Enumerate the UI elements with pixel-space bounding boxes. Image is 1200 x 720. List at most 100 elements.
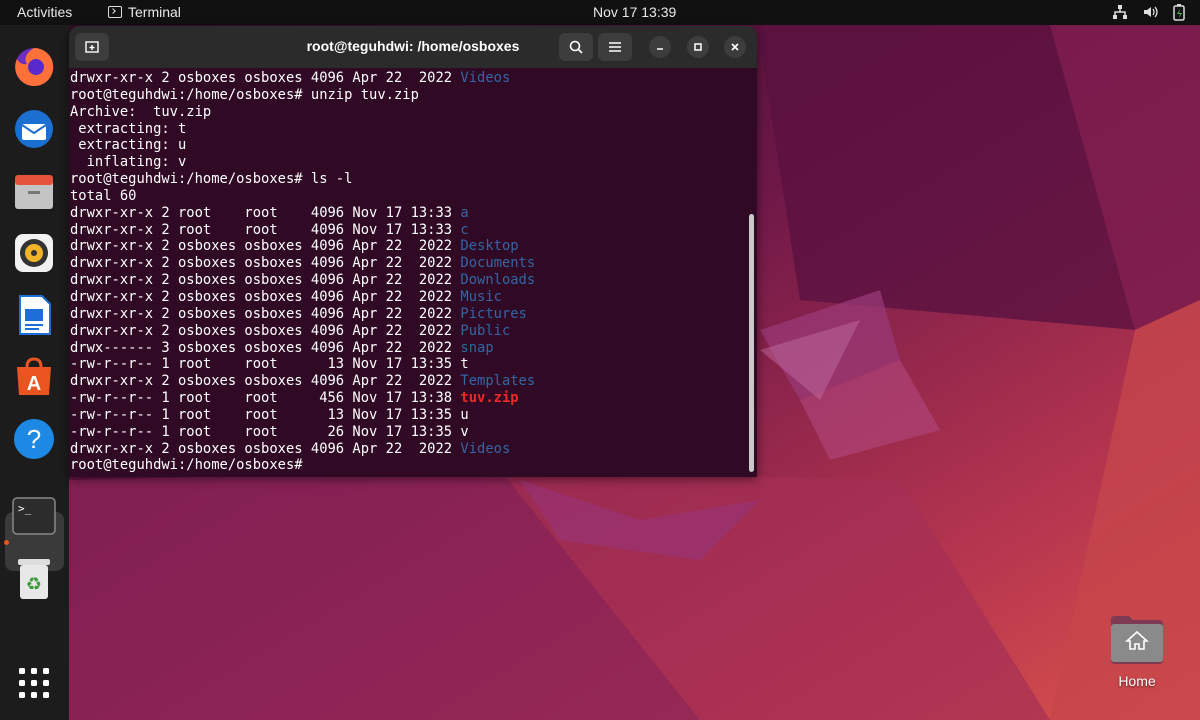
terminal-text: extracting: t <box>70 120 187 137</box>
file-name: snap <box>460 339 494 356</box>
terminal-text: root@teguhdwi:/home/osboxes# unzip tuv.z… <box>70 86 419 103</box>
activities-button[interactable]: Activities <box>17 4 72 20</box>
terminal-text: drwxr-xr-x 2 root root 4096 Nov 17 13:33 <box>70 221 461 238</box>
terminal-line: drwxr-xr-x 2 root root 4096 Nov 17 13:33… <box>70 205 746 222</box>
terminal-line: drwxr-xr-x 2 root root 4096 Nov 17 13:33… <box>70 222 746 239</box>
terminal-text: root@teguhdwi:/home/osboxes# <box>70 457 311 474</box>
terminal-line: drwxr-xr-x 2 osboxes osboxes 4096 Apr 22… <box>70 323 746 340</box>
minimize-button[interactable] <box>649 36 671 58</box>
terminal-line: Archive: tuv.zip <box>70 104 746 121</box>
svg-text:>_: >_ <box>18 502 32 515</box>
file-name: Templates <box>460 373 536 390</box>
terminal-line: drwxr-xr-x 2 osboxes osboxes 4096 Apr 22… <box>70 373 746 390</box>
files-icon[interactable] <box>10 167 58 215</box>
svg-text:?: ? <box>27 424 41 454</box>
trash-icon[interactable]: ♻ <box>10 555 58 603</box>
battery-icon <box>1173 4 1185 21</box>
terminal-line: drwxr-xr-x 2 osboxes osboxes 4096 Apr 22… <box>70 238 746 255</box>
terminal-line: root@teguhdwi:/home/osboxes# ls -l <box>70 171 746 188</box>
writer-icon[interactable] <box>10 291 58 339</box>
terminal-text: -rw-r--r-- 1 root root 26 Nov 17 13:35 v <box>70 423 469 440</box>
firefox-icon[interactable] <box>10 43 58 91</box>
terminal-line: drwx------ 3 osboxes osboxes 4096 Apr 22… <box>70 340 746 357</box>
terminal-scrollbar[interactable] <box>749 214 754 472</box>
terminal-text: drwxr-xr-x 2 osboxes osboxes 4096 Apr 22… <box>70 272 461 289</box>
app-menu[interactable]: Terminal <box>108 4 181 20</box>
terminal-text: inflating: v <box>70 154 187 171</box>
terminal-line: root@teguhdwi:/home/osboxes# <box>70 457 746 474</box>
file-name: a <box>460 204 469 221</box>
hamburger-icon <box>609 42 621 52</box>
terminal-text: drwxr-xr-x 2 osboxes osboxes 4096 Apr 22… <box>70 322 461 339</box>
terminal-line: -rw-r--r-- 1 root root 456 Nov 17 13:38 … <box>70 390 746 407</box>
app-grid-icon[interactable] <box>10 659 58 707</box>
file-name: Downloads <box>460 272 536 289</box>
terminal-text: drwxr-xr-x 2 root root 4096 Nov 17 13:33 <box>70 204 461 221</box>
terminal-text: drwxr-xr-x 2 osboxes osboxes 4096 Apr 22… <box>70 440 461 457</box>
terminal-line: root@teguhdwi:/home/osboxes# unzip tuv.z… <box>70 87 746 104</box>
file-name: c <box>460 221 469 238</box>
thunderbird-icon[interactable] <box>10 105 58 153</box>
terminal-line: -rw-r--r-- 1 root root 13 Nov 17 13:35 t <box>70 356 746 373</box>
terminal-line: -rw-r--r-- 1 root root 26 Nov 17 13:35 v <box>70 424 746 441</box>
rhythmbox-icon[interactable] <box>10 229 58 277</box>
terminal-output[interactable]: drwxr-xr-x 2 osboxes osboxes 4096 Apr 22… <box>70 70 746 477</box>
terminal-text: -rw-r--r-- 1 root root 456 Nov 17 13:38 <box>70 390 461 407</box>
terminal-text: drwxr-xr-x 2 osboxes osboxes 4096 Apr 22… <box>70 288 461 305</box>
home-folder-label[interactable]: Home <box>1100 673 1174 689</box>
close-icon <box>731 43 739 51</box>
help-icon[interactable]: ? <box>10 415 58 463</box>
terminal-line: drwxr-xr-x 2 osboxes osboxes 4096 Apr 22… <box>70 272 746 289</box>
terminal-line: total 60 <box>70 188 746 205</box>
maximize-icon <box>694 43 702 51</box>
terminal-text: drwxr-xr-x 2 osboxes osboxes 4096 Apr 22… <box>70 255 461 272</box>
file-name: Pictures <box>460 305 527 322</box>
terminal-text: total 60 <box>70 187 137 204</box>
running-indicator <box>4 540 9 545</box>
svg-text:A: A <box>27 373 41 395</box>
terminal-line: drwxr-xr-x 2 osboxes osboxes 4096 Apr 22… <box>70 306 746 323</box>
terminal-text: drwxr-xr-x 2 osboxes osboxes 4096 Apr 22… <box>70 305 461 322</box>
terminal-text: -rw-r--r-- 1 root root 13 Nov 17 13:35 u <box>70 406 469 423</box>
terminal-text: drwxr-xr-x 2 osboxes osboxes 4096 Apr 22… <box>70 70 461 86</box>
terminal-line: extracting: u <box>70 137 746 154</box>
home-folder-icon[interactable] <box>1108 614 1166 666</box>
software-icon[interactable]: A <box>10 353 58 401</box>
terminal-text: drwxr-xr-x 2 osboxes osboxes 4096 Apr 22… <box>70 238 461 255</box>
system-tray[interactable] <box>1112 3 1186 21</box>
terminal-line: drwxr-xr-x 2 osboxes osboxes 4096 Apr 22… <box>70 70 746 87</box>
search-icon <box>569 40 583 54</box>
terminal-window[interactable]: root@teguhdwi: /home/osboxes drwxr-xr-x … <box>69 26 757 477</box>
terminal-line: drwxr-xr-x 2 osboxes osboxes 4096 Apr 22… <box>70 255 746 272</box>
terminal-icon[interactable]: >_ <box>10 492 58 540</box>
file-name: Videos <box>460 440 511 457</box>
terminal-line: extracting: t <box>70 121 746 138</box>
terminal-text: extracting: u <box>70 137 187 154</box>
dock: A ? >_ ♻ <box>0 25 69 720</box>
svg-text:♻: ♻ <box>26 574 42 595</box>
volume-icon <box>1144 6 1158 18</box>
file-name: Documents <box>460 255 536 272</box>
menu-button[interactable] <box>598 33 632 61</box>
terminal-app-icon <box>108 6 122 18</box>
terminal-text: -rw-r--r-- 1 root root 13 Nov 17 13:35 t <box>70 356 469 373</box>
network-icon <box>1113 5 1127 19</box>
search-button[interactable] <box>559 33 593 61</box>
terminal-line: inflating: v <box>70 154 746 171</box>
top-bar: Activities Terminal Nov 17 13:39 <box>0 0 1200 25</box>
file-name: Music <box>460 288 502 305</box>
file-name: Desktop <box>460 238 519 255</box>
clock[interactable]: Nov 17 13:39 <box>593 4 676 20</box>
file-name: Public <box>460 322 511 339</box>
terminal-text: drwxr-xr-x 2 osboxes osboxes 4096 Apr 22… <box>70 373 461 390</box>
maximize-button[interactable] <box>687 36 709 58</box>
close-button[interactable] <box>724 36 746 58</box>
terminal-line: -rw-r--r-- 1 root root 13 Nov 17 13:35 u <box>70 407 746 424</box>
terminal-text: drwx------ 3 osboxes osboxes 4096 Apr 22… <box>70 339 461 356</box>
terminal-line: drwxr-xr-x 2 osboxes osboxes 4096 Apr 22… <box>70 441 746 458</box>
terminal-text: root@teguhdwi:/home/osboxes# ls -l <box>70 171 353 188</box>
terminal-header[interactable]: root@teguhdwi: /home/osboxes <box>69 26 757 68</box>
app-name: Terminal <box>128 4 181 20</box>
terminal-line: drwxr-xr-x 2 osboxes osboxes 4096 Apr 22… <box>70 289 746 306</box>
minimize-icon <box>657 48 663 50</box>
